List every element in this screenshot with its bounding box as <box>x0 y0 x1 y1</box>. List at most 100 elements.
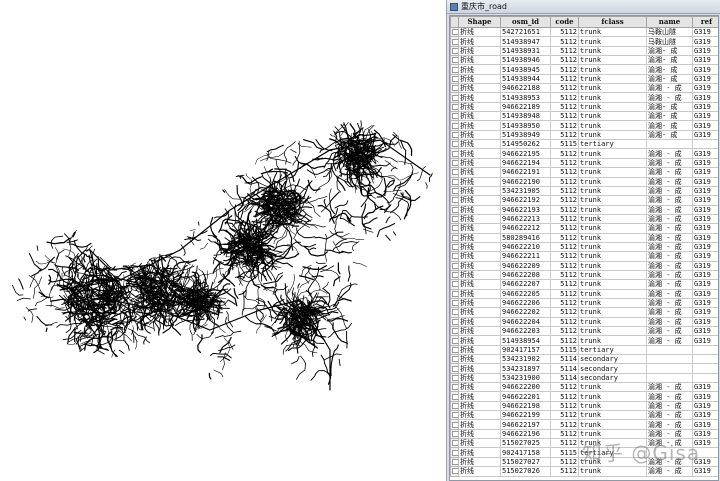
cell-ref[interactable]: G319 <box>692 83 718 94</box>
table-row[interactable]: 折线 534231900 5114 secondary <box>450 372 718 384</box>
cell-name[interactable]: 渝湘- 成 <box>646 101 693 113</box>
window-title-bar[interactable]: 重庆市_road <box>447 0 720 14</box>
cell-ref[interactable]: G319 <box>692 36 718 47</box>
cell-name[interactable]: 渝湘 - 成 <box>646 83 693 94</box>
cell-name[interactable]: 渝湘- 成 <box>646 64 693 75</box>
row-selector[interactable] <box>450 400 459 412</box>
table-row[interactable]: 折线 515027027 5112 trunk 渝湘 - 成 G319 <box>450 456 718 468</box>
cell-osm-id[interactable]: 946622193 <box>500 204 551 215</box>
cell-ref[interactable]: G319 <box>692 251 718 262</box>
cell-code[interactable]: 5112 <box>550 129 579 141</box>
cell-fclass[interactable]: trunk <box>578 111 647 122</box>
row-selector[interactable] <box>450 438 459 449</box>
column-header-name[interactable]: name <box>646 16 693 28</box>
cell-fclass[interactable]: secondary <box>578 363 647 374</box>
cell-shape[interactable]: 折线 <box>458 157 501 169</box>
cell-name[interactable]: 渝湘 - 成 <box>646 176 693 187</box>
cell-shape[interactable]: 折线 <box>458 83 501 94</box>
cell-name[interactable]: 渝湘 - 成 <box>646 223 693 234</box>
cell-code[interactable]: 5112 <box>550 157 579 169</box>
row-selector[interactable] <box>450 232 459 243</box>
cell-name[interactable] <box>646 344 693 356</box>
cell-ref[interactable]: G319 <box>692 260 718 271</box>
cell-fclass[interactable]: trunk <box>578 83 647 94</box>
row-selector[interactable] <box>450 92 459 103</box>
cell-shape[interactable]: 折线 <box>458 456 501 468</box>
cell-fclass[interactable]: trunk <box>578 400 647 412</box>
cell-ref[interactable]: G319 <box>692 456 718 468</box>
cell-code[interactable]: 5112 <box>550 466 579 477</box>
cell-shape[interactable]: 折线 <box>458 382 501 393</box>
cell-shape[interactable]: 折线 <box>458 55 501 66</box>
table-row[interactable]: 折线 514938949 5112 trunk 渝湘- 成 G319 <box>450 129 718 141</box>
cell-shape[interactable]: 折线 <box>458 129 501 141</box>
cell-fclass[interactable]: trunk <box>578 251 647 262</box>
cell-fclass[interactable]: trunk <box>578 92 647 103</box>
cell-ref[interactable]: G319 <box>692 438 718 449</box>
table-row[interactable]: 折线 946622201 5112 trunk 渝湘 - 成 G319 <box>450 391 718 402</box>
cell-ref[interactable]: G319 <box>692 335 718 346</box>
cell-ref[interactable]: G319 <box>692 120 718 131</box>
table-row[interactable]: 折线 902417158 5115 tertiary <box>450 447 718 458</box>
table-row[interactable]: 折线 946622210 5112 trunk 渝湘 - 成 G319 <box>450 241 718 253</box>
cell-shape[interactable]: 折线 <box>458 363 501 374</box>
cell-fclass[interactable]: trunk <box>578 269 647 281</box>
table-row[interactable]: 折线 946622212 5112 trunk 渝湘 - 成 G319 <box>450 223 718 234</box>
row-selector[interactable] <box>450 139 459 150</box>
table-row[interactable]: 折线 946622209 5112 trunk 渝湘 - 成 G319 <box>450 260 718 271</box>
cell-osm-id[interactable]: 514938948 <box>500 111 551 122</box>
cell-code[interactable]: 5112 <box>550 111 579 122</box>
cell-fclass[interactable]: trunk <box>578 260 647 271</box>
cell-ref[interactable]: G319 <box>692 148 718 159</box>
cell-code[interactable]: 5112 <box>550 148 579 159</box>
cell-fclass[interactable]: trunk <box>578 223 647 234</box>
cell-name[interactable]: 渝湘 - 成 <box>646 316 693 328</box>
cell-ref[interactable]: G319 <box>692 223 718 234</box>
header-selector[interactable] <box>450 16 459 28</box>
cell-shape[interactable]: 折线 <box>458 288 501 299</box>
cell-osm-id[interactable]: 946622192 <box>500 195 551 206</box>
row-selector[interactable] <box>450 223 459 234</box>
cell-code[interactable]: 5112 <box>550 410 579 421</box>
cell-osm-id[interactable]: 514938931 <box>500 45 551 57</box>
table-row[interactable]: 折线 946622208 5112 trunk 渝湘 - 成 G319 <box>450 269 718 281</box>
cell-fclass[interactable]: trunk <box>578 26 647 38</box>
column-header-osm-id[interactable]: osm_id <box>500 16 551 28</box>
cell-shape[interactable]: 折线 <box>458 26 501 38</box>
cell-shape[interactable]: 折线 <box>458 64 501 75</box>
cell-shape[interactable]: 折线 <box>458 241 501 253</box>
row-selector[interactable] <box>450 335 459 346</box>
cell-name[interactable]: 渝湘 - 成 <box>646 148 693 159</box>
cell-shape[interactable]: 折线 <box>458 45 501 57</box>
cell-fclass[interactable]: trunk <box>578 325 647 337</box>
table-row[interactable]: 折线 946622205 5112 trunk 渝湘 - 成 G319 <box>450 288 718 299</box>
cell-name[interactable]: 渝湘 - 成 <box>646 260 693 271</box>
table-row[interactable]: 折线 514938931 5112 trunk 渝湘- 成 G319 <box>450 45 718 57</box>
cell-osm-id[interactable]: 902417157 <box>500 344 551 356</box>
cell-osm-id[interactable]: 946622194 <box>500 157 551 169</box>
cell-fclass[interactable]: trunk <box>578 419 647 430</box>
cell-osm-id[interactable]: 515027025 <box>500 438 551 449</box>
cell-ref[interactable]: G319 <box>692 428 718 440</box>
cell-osm-id[interactable]: 946622211 <box>500 251 551 262</box>
cell-osm-id[interactable]: 514938949 <box>500 129 551 141</box>
cell-ref[interactable]: G319 <box>692 101 718 113</box>
cell-fclass[interactable]: trunk <box>578 428 647 440</box>
cell-shape[interactable]: 折线 <box>458 139 501 150</box>
cell-fclass[interactable]: tertiary <box>578 344 647 356</box>
table-row[interactable]: 折线 515027025 5112 trunk 渝湘 - 成 G319 <box>450 438 718 449</box>
cell-shape[interactable]: 折线 <box>458 354 501 365</box>
cell-ref[interactable]: G319 <box>692 391 718 402</box>
map-canvas[interactable] <box>0 0 444 481</box>
table-row[interactable]: 折线 946622211 5112 trunk 渝湘 - 成 G319 <box>450 251 718 262</box>
cell-osm-id[interactable]: 946622209 <box>500 260 551 271</box>
cell-ref[interactable] <box>692 139 718 150</box>
cell-fclass[interactable]: trunk <box>578 391 647 402</box>
row-selector[interactable] <box>450 241 459 253</box>
cell-name[interactable]: 渝湘- 成 <box>646 73 693 85</box>
cell-shape[interactable]: 折线 <box>458 447 501 458</box>
row-selector[interactable] <box>450 297 459 309</box>
cell-osm-id[interactable]: 946622207 <box>500 279 551 290</box>
cell-shape[interactable]: 折线 <box>458 438 501 449</box>
cell-ref[interactable]: G319 <box>692 316 718 328</box>
